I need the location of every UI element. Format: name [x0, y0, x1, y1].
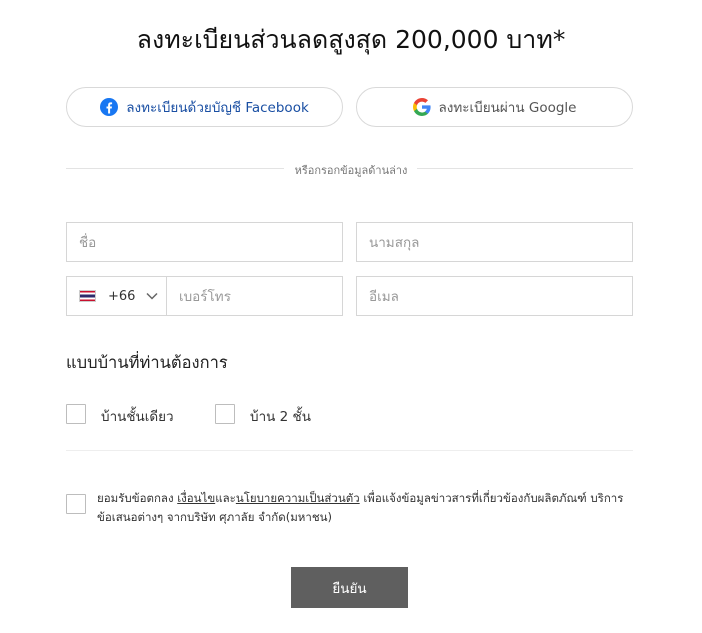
terms-link[interactable]: เงื่อนไข: [177, 491, 215, 505]
google-signup-button[interactable]: ลงทะเบียนผ่าน Google: [356, 87, 633, 127]
consent-checkbox[interactable]: [66, 494, 86, 514]
consent-prefix: ยอมรับข้อตกลง: [97, 491, 178, 505]
last-name-input[interactable]: นามสกุล: [356, 222, 633, 262]
google-signup-label: ลงทะเบียนผ่าน Google: [438, 100, 577, 116]
two-story-label[interactable]: บ้าน 2 ชั้น: [250, 405, 311, 427]
divider-right: [417, 168, 633, 169]
divider-left: [66, 168, 284, 169]
section-divider: [66, 450, 633, 451]
consent-text: ยอมรับข้อตกลง เงื่อนไขและนโยบายความเป็นส…: [97, 489, 634, 527]
thailand-flag-icon: [79, 290, 96, 302]
page-title: ลงทะเบียนส่วนลดสูงสุด 200,000 บาท*: [136, 25, 566, 54]
first-name-input[interactable]: ชื่อ: [66, 222, 343, 262]
facebook-signup-button[interactable]: ลงทะเบียนด้วยบัญชี Facebook: [66, 87, 343, 127]
divider-text: หรือกรอกข้อมูลด้านล่าง: [294, 164, 408, 177]
facebook-icon: [100, 98, 119, 116]
consent-and: และ: [215, 491, 236, 505]
single-story-label[interactable]: บ้านชั้นเดียว: [101, 405, 174, 427]
email-input[interactable]: อีเมล: [356, 276, 633, 316]
country-code-select[interactable]: +66: [66, 276, 167, 316]
privacy-policy-link[interactable]: นโยบายความเป็นส่วนตัว: [236, 491, 360, 505]
house-type-title: แบบบ้านที่ท่านต้องการ: [66, 353, 228, 372]
chevron-down-icon: [145, 289, 159, 303]
two-story-checkbox[interactable]: [215, 404, 235, 424]
country-code-value: +66: [108, 288, 136, 304]
phone-input[interactable]: เบอร์โทร: [166, 276, 343, 316]
facebook-signup-label: ลงทะเบียนด้วยบัญชี Facebook: [126, 100, 309, 116]
single-story-checkbox[interactable]: [66, 404, 86, 424]
submit-button[interactable]: ยืนยัน: [291, 567, 408, 608]
google-icon: [412, 98, 431, 116]
